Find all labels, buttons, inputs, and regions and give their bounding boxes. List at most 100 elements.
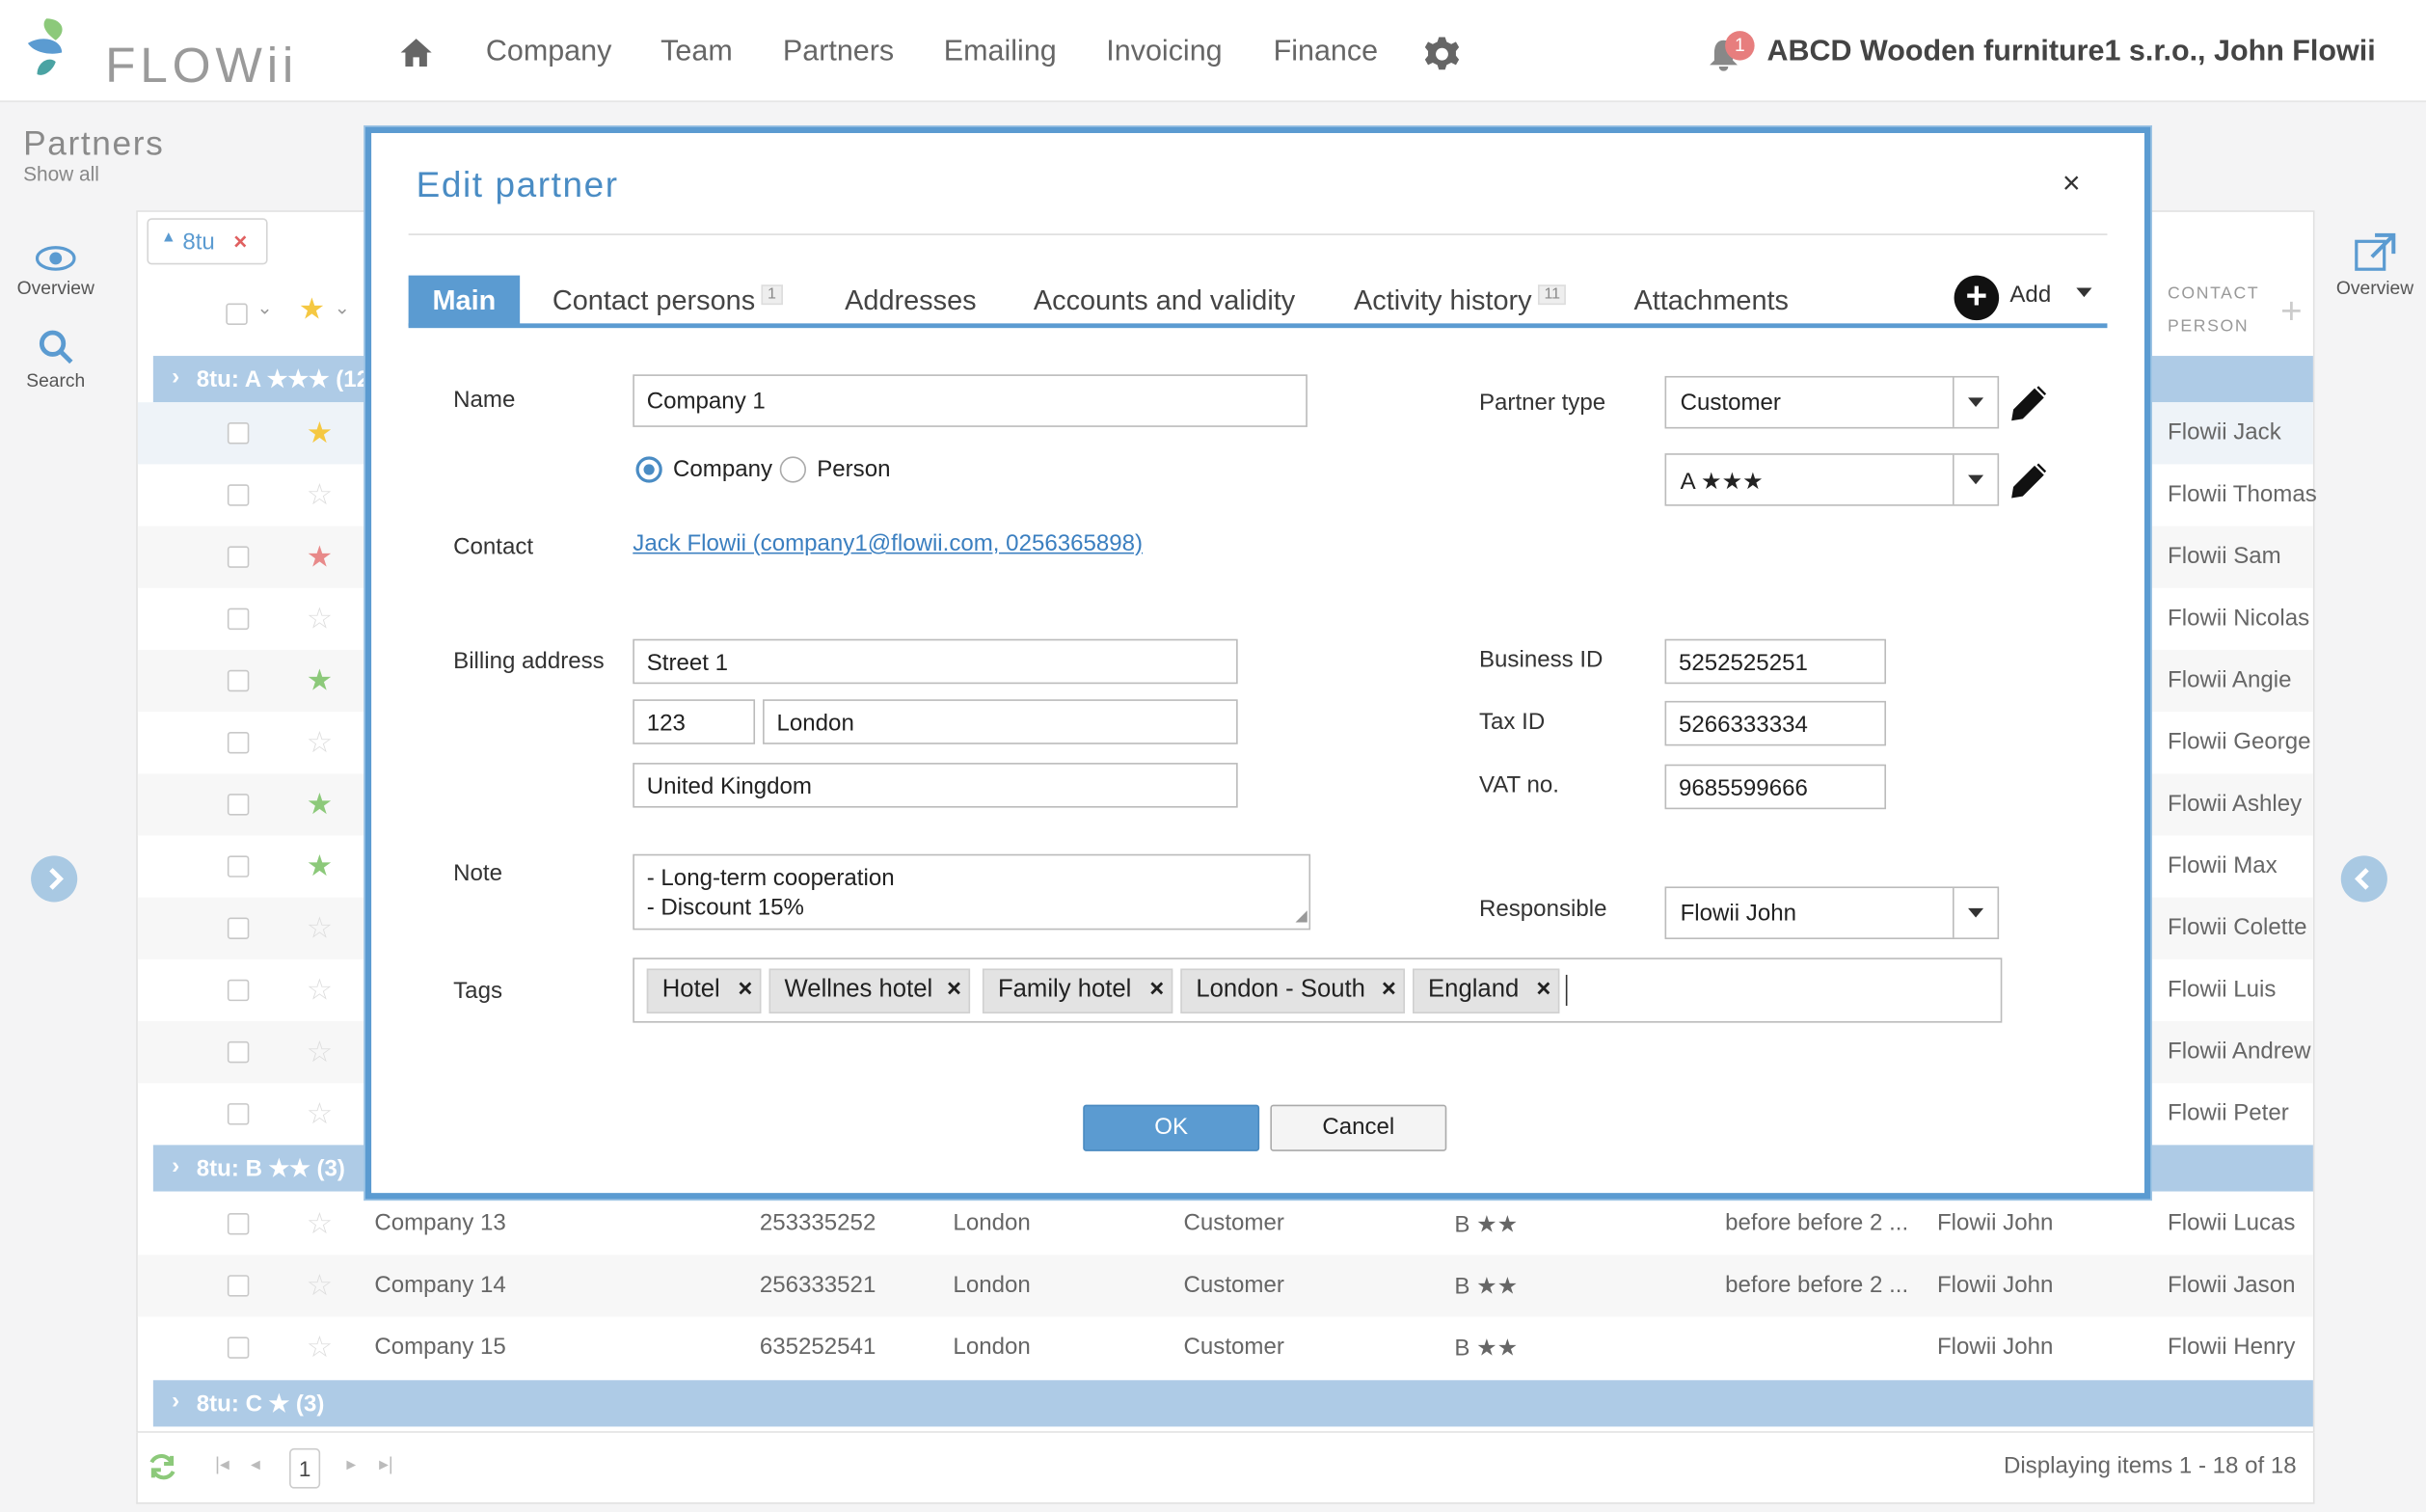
star-empty-icon[interactable]: ☆	[307, 1035, 333, 1070]
row-checkbox[interactable]	[227, 546, 250, 568]
star-icon[interactable]: ★	[307, 540, 333, 576]
name-input[interactable]: Company 1	[633, 374, 1307, 427]
radio-company-label[interactable]: Company	[673, 456, 772, 482]
tags-input[interactable]: Hotel × Wellnes hotel × Family hotel × Lond…	[633, 958, 2003, 1023]
tag-remove-icon[interactable]: ×	[947, 977, 961, 1005]
user-account[interactable]: ABCD Wooden furniture1 s.r.o., John Flow…	[1766, 36, 2375, 69]
tag-remove-icon[interactable]: ×	[1536, 977, 1550, 1005]
rightbar-overview[interactable]: Overview	[2329, 232, 2421, 299]
caret-down-icon[interactable]	[2076, 287, 2092, 298]
row-checkbox[interactable]	[227, 1213, 250, 1235]
nav-invoicing[interactable]: Invoicing	[1106, 36, 1222, 69]
partner-type-select[interactable]: Customer	[1664, 375, 2000, 429]
table-row[interactable]: ☆ Company 13 253335252 London Customer B…	[138, 1193, 2313, 1255]
close-icon[interactable]: ×	[2062, 167, 2081, 202]
row-checkbox[interactable]	[227, 1040, 250, 1064]
row-checkbox[interactable]	[227, 794, 250, 816]
last-page-icon[interactable]: ▸|	[379, 1453, 393, 1474]
star-empty-icon[interactable]: ☆	[307, 1269, 333, 1305]
page-subtitle[interactable]: Show all	[23, 162, 99, 185]
star-empty-icon[interactable]: ☆	[307, 478, 333, 514]
row-checkbox[interactable]	[227, 731, 250, 754]
star-empty-icon[interactable]: ☆	[307, 911, 333, 947]
tab-contact-persons[interactable]: Contact persons 1	[553, 284, 783, 317]
pencil-icon[interactable]	[2008, 461, 2049, 501]
responsible-select[interactable]: Flowii John	[1664, 886, 2000, 939]
star-header-icon[interactable]: ★	[299, 292, 325, 328]
gear-icon[interactable]	[1423, 36, 1461, 73]
star-icon[interactable]: ★	[307, 417, 333, 452]
row-checkbox[interactable]	[227, 608, 250, 631]
row-checkbox[interactable]	[227, 855, 250, 878]
resize-handle-icon[interactable]: ◢	[1296, 902, 1307, 931]
tag-remove-icon[interactable]: ×	[1382, 977, 1396, 1005]
row-checkbox[interactable]	[227, 669, 250, 692]
leftbar-search[interactable]: Search	[0, 328, 112, 392]
radio-person[interactable]	[779, 456, 806, 483]
nav-team[interactable]: Team	[660, 36, 733, 69]
nav-emailing[interactable]: Emailing	[944, 36, 1057, 69]
contact-person-header[interactable]: CONTACT	[2168, 284, 2259, 303]
tag-remove-icon[interactable]: ×	[1149, 977, 1164, 1005]
star-empty-icon[interactable]: ☆	[307, 726, 333, 762]
table-row[interactable]: ☆ Company 14 256333521 London Customer B…	[137, 1255, 2313, 1317]
flowii-logo[interactable]: FLOWii	[21, 15, 293, 93]
tab-activity-history[interactable]: Activity history 11	[1354, 284, 1567, 317]
first-page-icon[interactable]: |◂	[215, 1453, 229, 1474]
star-empty-icon[interactable]: ☆	[307, 1097, 333, 1133]
name-cell[interactable]: Company 15	[374, 1334, 505, 1360]
star-empty-icon[interactable]: ☆	[307, 602, 333, 637]
home-icon[interactable]	[399, 38, 433, 68]
expand-left-button[interactable]	[31, 855, 78, 903]
nav-finance[interactable]: Finance	[1274, 36, 1378, 69]
row-checkbox[interactable]	[227, 917, 250, 939]
star-icon[interactable]: ★	[307, 850, 333, 885]
note-textarea[interactable]: - Long-term cooperation - Discount 15% ◢	[633, 853, 1311, 931]
radio-company[interactable]	[635, 456, 662, 483]
table-row[interactable]: ☆ Company 15 635252541 London Customer B…	[138, 1317, 2313, 1379]
star-icon[interactable]: ★	[307, 663, 333, 699]
nav-partners[interactable]: Partners	[783, 36, 894, 69]
rating-select[interactable]: A ★★★	[1664, 453, 2000, 506]
chevron-down-icon[interactable]: ⌄	[256, 297, 272, 318]
remove-filter-icon[interactable]: ×	[233, 229, 247, 255]
pencil-icon[interactable]	[2008, 384, 2049, 424]
group-row-c[interactable]: › 8tu: C ★ (3)	[152, 1380, 2313, 1427]
ok-button[interactable]: OK	[1083, 1104, 1260, 1151]
radio-person-label[interactable]: Person	[817, 456, 890, 482]
select-all-checkbox[interactable]	[226, 303, 248, 325]
street-input[interactable]: Street 1	[633, 638, 1238, 685]
star-empty-icon[interactable]: ☆	[307, 1207, 333, 1243]
filter-chip[interactable]: ▲ 8tu ×	[147, 218, 268, 265]
tag-remove-icon[interactable]: ×	[738, 977, 752, 1005]
name-cell[interactable]: Company 14	[374, 1272, 505, 1298]
name-cell[interactable]: Company 13	[374, 1210, 505, 1236]
dropdown-arrow-icon[interactable]	[1953, 377, 1998, 427]
add-column-icon[interactable]: +	[2280, 291, 2302, 335]
expand-right-button[interactable]	[2340, 855, 2387, 903]
dropdown-arrow-icon[interactable]	[1953, 888, 1998, 938]
prev-page-icon[interactable]: ◂	[251, 1453, 260, 1474]
row-checkbox[interactable]	[227, 1275, 250, 1297]
row-checkbox[interactable]	[227, 1336, 250, 1359]
contact-link[interactable]: Jack Flowii (company1@flowii.com, 025636…	[633, 530, 1143, 556]
add-plus-icon[interactable]: +	[1954, 275, 2000, 321]
row-checkbox[interactable]	[227, 1103, 250, 1125]
star-icon[interactable]: ★	[307, 788, 333, 824]
row-checkbox[interactable]	[227, 979, 250, 1002]
tab-attachments[interactable]: Attachments	[1633, 284, 1789, 317]
cancel-button[interactable]: Cancel	[1270, 1104, 1447, 1151]
zip-input[interactable]: 123	[633, 699, 756, 744]
chevron-down-icon[interactable]: ⌄	[335, 297, 350, 318]
refresh-icon[interactable]	[147, 1451, 177, 1482]
city-input[interactable]: London	[763, 699, 1238, 744]
nav-company[interactable]: Company	[486, 36, 611, 69]
tab-main[interactable]: Main	[408, 275, 521, 327]
tax-id-input[interactable]: 5266333334	[1664, 700, 1887, 746]
star-empty-icon[interactable]: ☆	[307, 973, 333, 1009]
country-input[interactable]: United Kingdom	[633, 763, 1238, 808]
row-checkbox[interactable]	[227, 484, 250, 506]
vat-input[interactable]: 9685599666	[1664, 764, 1887, 810]
add-menu-label[interactable]: Add	[2009, 282, 2051, 308]
tab-addresses[interactable]: Addresses	[845, 284, 976, 317]
